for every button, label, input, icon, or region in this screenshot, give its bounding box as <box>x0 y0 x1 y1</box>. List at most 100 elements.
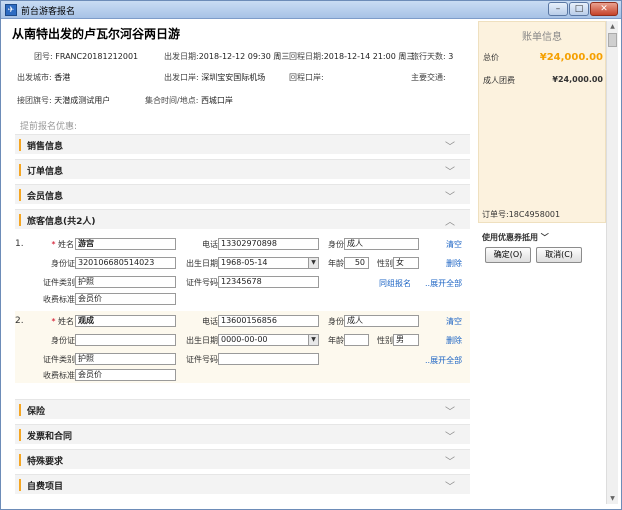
clear-link[interactable]: 清空 <box>446 239 462 250</box>
promo-label: 提前报名优惠: <box>20 122 78 132</box>
title-bar: ✈ 前台游客报名 – □ ✕ <box>1 1 621 19</box>
gather-info: 集合时间/地点: 西城口岸 <box>145 96 233 105</box>
identity-label: 身份 <box>328 240 344 249</box>
cert-type-label: 证件类别 <box>43 355 75 364</box>
chevron-down-icon: ﹀ <box>445 457 455 468</box>
confirm-button[interactable]: 确定(O) <box>485 247 531 263</box>
coupon-toggle[interactable]: 使用优惠券抵用 ﹀ <box>482 232 549 243</box>
dropdown-arrow-icon[interactable]: ▼ <box>308 258 318 268</box>
same-group-link[interactable]: 同组报名 <box>379 278 411 289</box>
cert-no-input[interactable] <box>218 353 319 365</box>
birth-label: 出生日期 <box>186 259 218 268</box>
section-invoice[interactable]: 发票和合同 ﹀ <box>15 424 470 444</box>
fee-std-input[interactable]: 会员价 <box>75 293 176 305</box>
delete-link[interactable]: 删除 <box>446 335 462 346</box>
close-button[interactable]: ✕ <box>590 2 618 16</box>
chevron-down-icon: ﹀ <box>445 192 455 203</box>
section-special[interactable]: 特殊要求 ﹀ <box>15 449 470 469</box>
cert-type-label: 证件类别 <box>43 278 75 287</box>
section-member[interactable]: 会员信息 ﹀ <box>15 184 470 204</box>
age-input[interactable] <box>344 334 369 346</box>
phone-label: 电话 <box>202 240 218 249</box>
depart-city: 出发城市: 香港 <box>17 73 71 82</box>
return-port: 回程口岸: <box>289 73 324 82</box>
total-value: ¥24,000.00 <box>539 52 603 63</box>
section-marker <box>19 429 21 441</box>
birth-select[interactable]: 1968-05-14 ▼ <box>218 257 319 269</box>
chevron-down-icon: ﹀ <box>540 233 549 242</box>
name-input[interactable]: 观成 <box>75 315 176 327</box>
section-marker <box>19 164 21 176</box>
cancel-button[interactable]: 取消(C) <box>536 247 582 263</box>
section-self-pay[interactable]: 自费项目 ﹀ <box>15 474 470 494</box>
chevron-down-icon: ﹀ <box>445 142 455 153</box>
traveler-number: 1. <box>15 239 24 249</box>
birth-select[interactable]: 0000-00-00 ▼ <box>218 334 319 346</box>
id-card-label: 身份证 <box>51 336 75 345</box>
cert-type-input[interactable]: 护照 <box>75 276 176 288</box>
adult-value: ¥24,000.00 <box>552 75 603 84</box>
trip-title: 从南特出发的卢瓦尔河谷两日游 <box>12 27 181 41</box>
maximize-button[interactable]: □ <box>569 2 589 16</box>
delete-link[interactable]: 删除 <box>446 258 462 269</box>
identity-input[interactable]: 成人 <box>344 315 419 327</box>
cert-type-input[interactable]: 护照 <box>75 353 176 365</box>
minimize-button[interactable]: – <box>548 2 568 16</box>
section-label: 发票和合同 <box>27 432 73 442</box>
section-insurance[interactable]: 保险 ﹀ <box>15 399 470 419</box>
expand-all-link[interactable]: ..展开全部 <box>425 278 462 289</box>
section-marker <box>19 404 21 416</box>
chevron-down-icon: ﹀ <box>445 167 455 178</box>
chevron-down-icon: ﹀ <box>445 482 455 493</box>
scroll-up-icon[interactable]: ▲ <box>607 21 618 32</box>
id-card-input[interactable] <box>75 334 176 346</box>
section-marker <box>19 139 21 151</box>
cert-no-input[interactable]: 12345678 <box>218 276 319 288</box>
scrollbar[interactable]: ▲ ▼ <box>606 21 618 504</box>
phone-input[interactable]: 13600156856 <box>218 315 319 327</box>
bill-panel: 账单信息 总价 ¥24,000.00 成人团费 ¥24,000.00 <box>478 21 606 223</box>
name-input[interactable]: 游宫 <box>75 238 176 250</box>
scroll-thumb[interactable] <box>608 33 617 47</box>
total-label: 总价 <box>483 53 499 62</box>
return-date: 回程日期:2018-12-14 21:00 周三 <box>289 52 415 61</box>
section-marker <box>19 189 21 201</box>
id-card-label: 身份证 <box>51 259 75 268</box>
birth-label: 出生日期 <box>186 336 218 345</box>
scroll-down-icon[interactable]: ▼ <box>607 493 618 504</box>
gender-input[interactable]: 男 <box>393 334 419 346</box>
section-travelers[interactable]: 旅客信息(共2人) ︿ <box>15 209 470 229</box>
fee-std-label: 收费标准 <box>43 371 75 380</box>
adult-label: 成人团费 <box>483 76 515 85</box>
gender-label: 性别 <box>377 336 393 345</box>
bill-title: 账单信息 <box>522 32 562 43</box>
clear-link[interactable]: 清空 <box>446 316 462 327</box>
fee-std-input[interactable]: 会员价 <box>75 369 176 381</box>
chevron-down-icon: ﹀ <box>445 407 455 418</box>
traveler-card: 1. * 姓名 游宫 电话 13302970898 身份 成人 清空 身份证 3… <box>15 233 470 309</box>
birth-value: 0000-00-00 <box>221 335 268 344</box>
cert-no-label: 证件号码 <box>186 278 218 287</box>
depart-port: 出发口岸: 深圳宝安国际机场 <box>164 73 266 82</box>
section-label: 特殊要求 <box>27 457 64 467</box>
section-order[interactable]: 订单信息 ﹀ <box>15 159 470 179</box>
section-sales[interactable]: 销售信息 ﹀ <box>15 134 470 154</box>
app-icon: ✈ <box>5 4 17 16</box>
main-transport: 主要交通: <box>411 73 446 82</box>
chevron-down-icon: ﹀ <box>445 432 455 443</box>
trip-days: 旅行天数: 3 <box>411 52 454 61</box>
id-card-input[interactable]: 320106680514023 <box>75 257 176 269</box>
birth-value: 1968-05-14 <box>221 258 268 267</box>
dropdown-arrow-icon[interactable]: ▼ <box>308 335 318 345</box>
age-input[interactable]: 50 <box>344 257 369 269</box>
phone-label: 电话 <box>202 317 218 326</box>
app-window: ✈ 前台游客报名 – □ ✕ 从南特出发的卢瓦尔河谷两日游 团号: FRANC2… <box>0 0 622 510</box>
cert-no-label: 证件号码 <box>186 355 218 364</box>
phone-input[interactable]: 13302970898 <box>218 238 319 250</box>
identity-input[interactable]: 成人 <box>344 238 419 250</box>
section-marker <box>19 479 21 491</box>
depart-date: 出发日期:2018-12-12 09:30 周三 <box>164 52 290 61</box>
gender-input[interactable]: 女 <box>393 257 419 269</box>
expand-all-link[interactable]: ..展开全部 <box>425 355 462 366</box>
section-label: 自费项目 <box>27 482 64 492</box>
